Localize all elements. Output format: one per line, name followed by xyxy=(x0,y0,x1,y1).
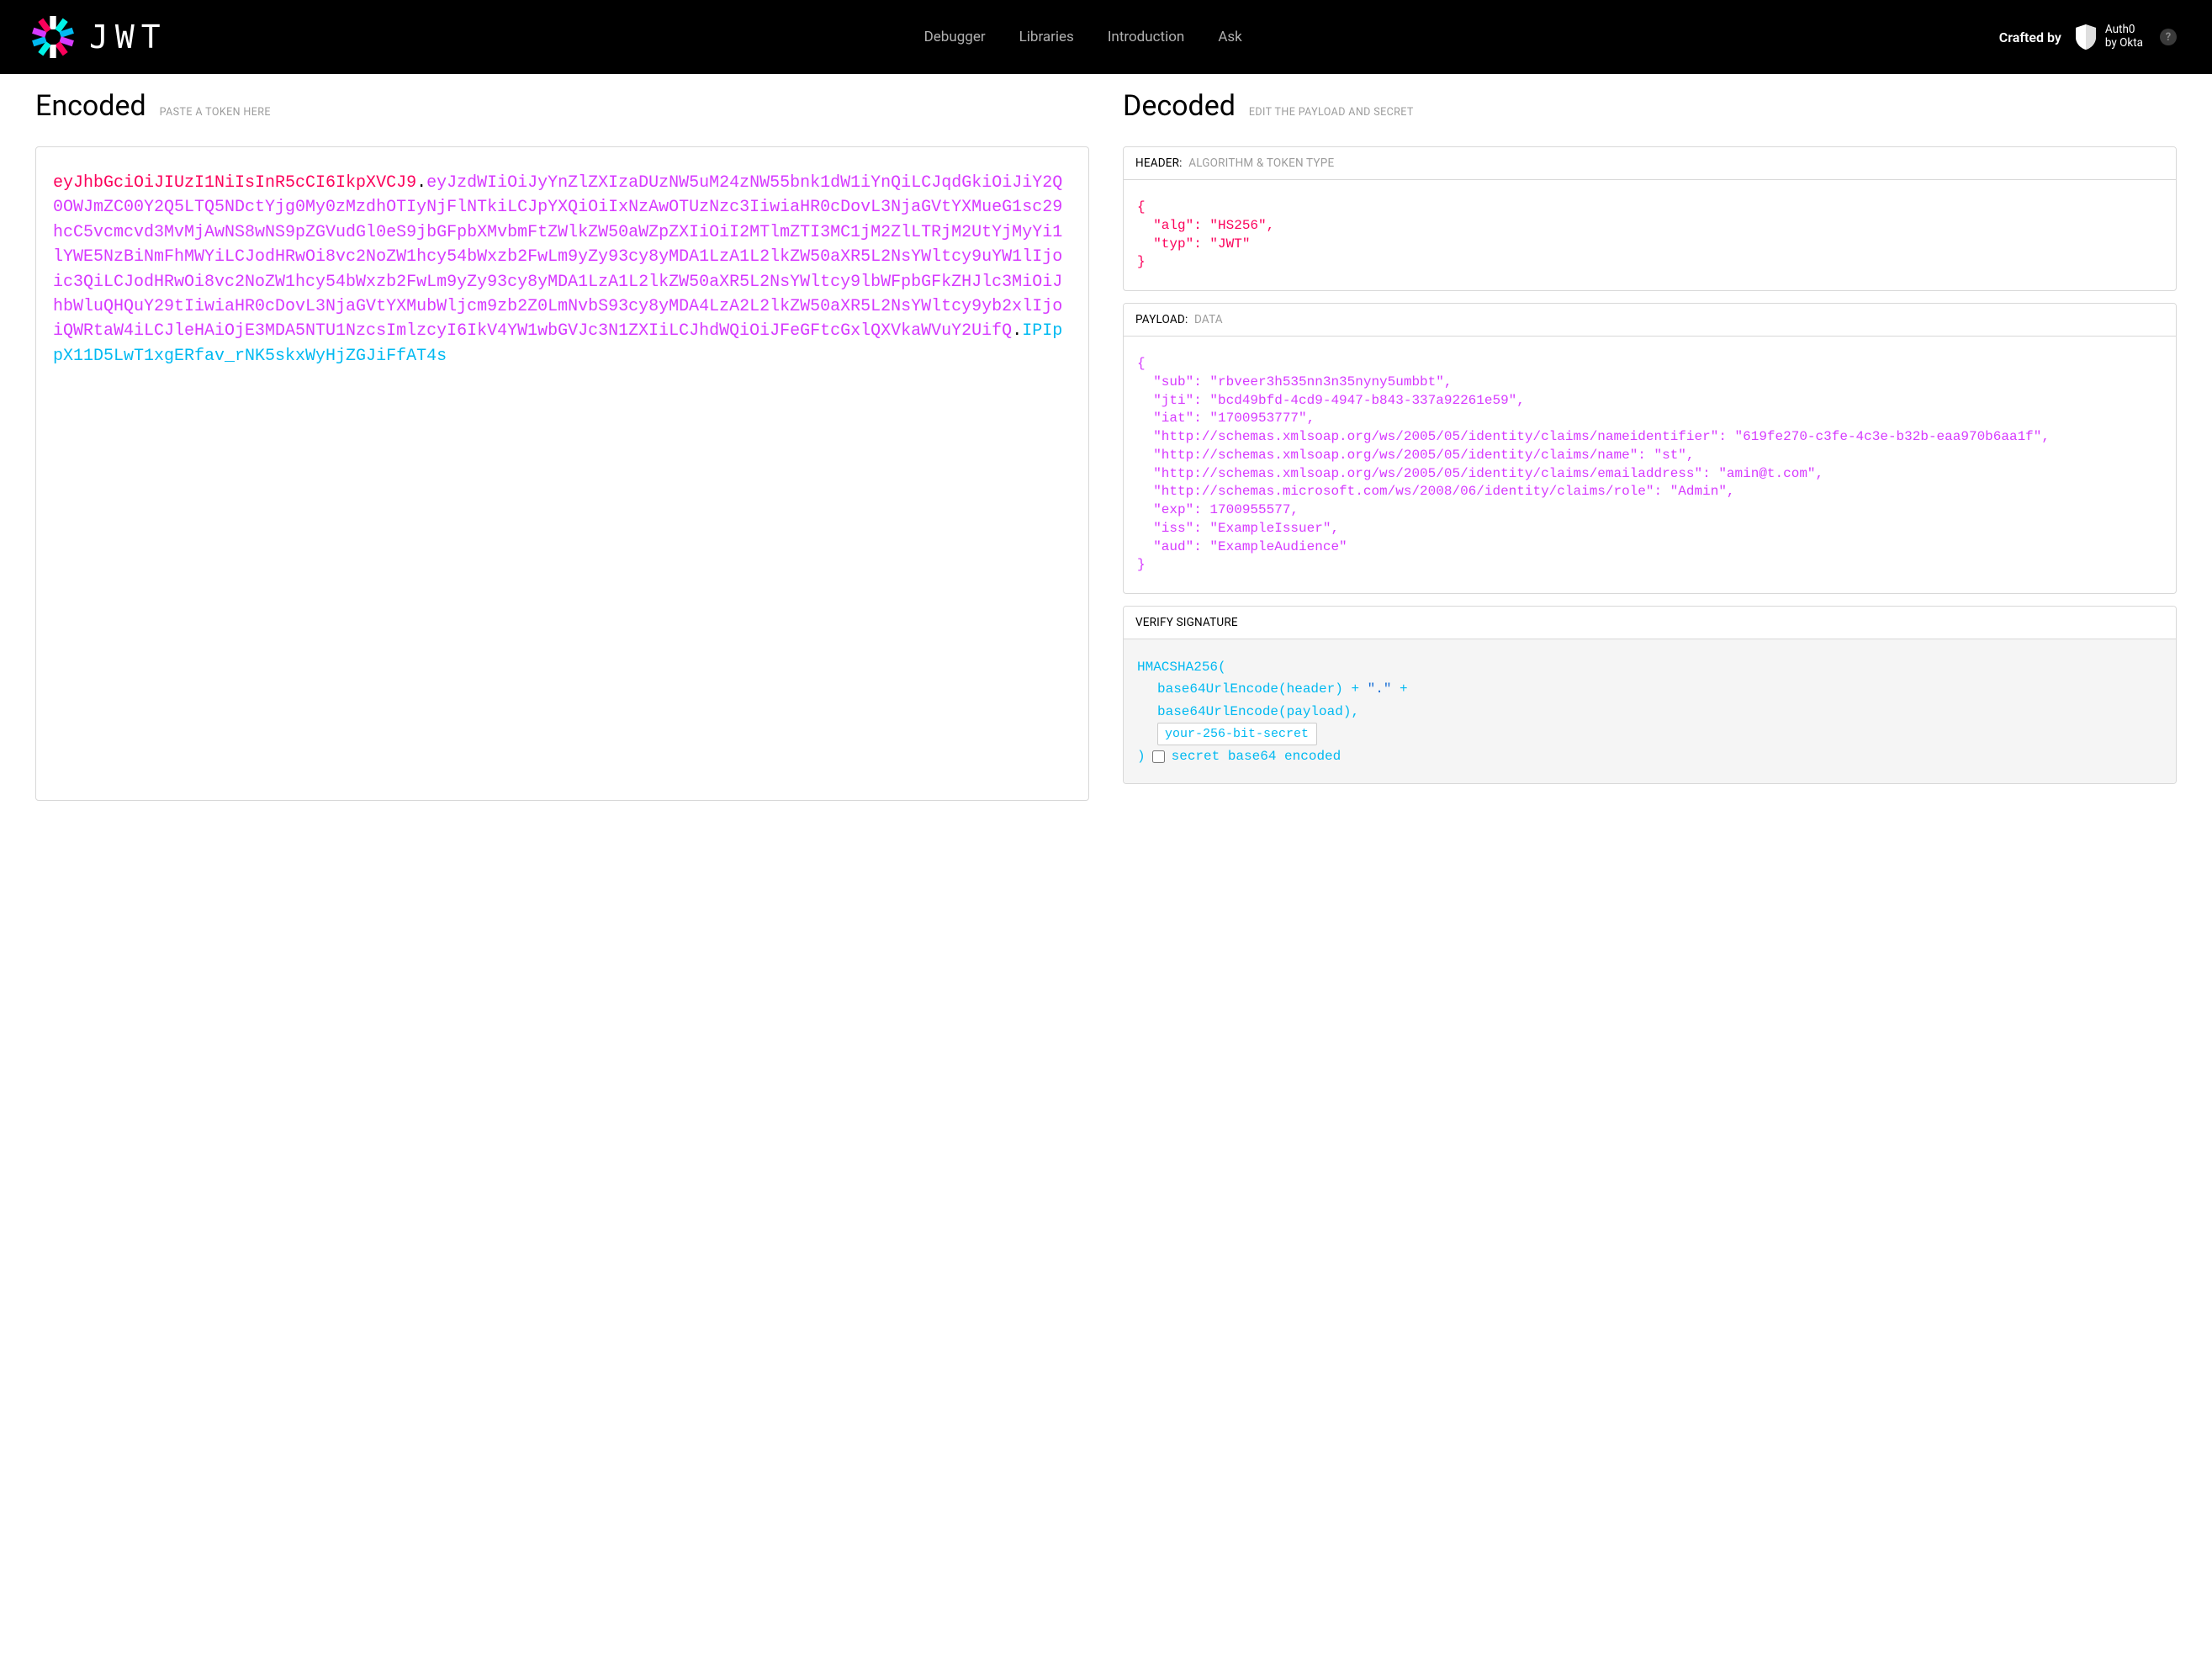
auth0-logo[interactable]: Auth0 by Okta xyxy=(2073,23,2143,51)
logo[interactable]: JWT xyxy=(32,16,167,58)
decoded-title: Decoded xyxy=(1123,89,1236,123)
jwt-wordmark: JWT xyxy=(89,21,167,53)
encoded-column: Encoded PASTE A TOKEN HERE eyJhbGciOiJIU… xyxy=(35,89,1089,801)
token-header-part: eyJhbGciOiJIUzI1NiIsInR5cCI6IkpXVCJ9 xyxy=(53,173,416,193)
token-dot2: . xyxy=(1012,321,1022,341)
secret-input[interactable] xyxy=(1157,723,1317,745)
auth0-line1: Auth0 xyxy=(2105,24,2143,37)
sig-line3: base64UrlEncode(payload), xyxy=(1137,701,2162,723)
encoded-subtitle: PASTE A TOKEN HERE xyxy=(160,106,271,119)
nav-links: Debugger Libraries Introduction Ask xyxy=(924,29,1242,45)
payload-sublabel: DATA xyxy=(1194,313,1223,326)
payload-label: PAYLOAD: xyxy=(1135,313,1188,326)
top-nav: JWT Debugger Libraries Introduction Ask … xyxy=(0,0,2212,74)
sig-secret-row xyxy=(1137,723,2162,745)
decoded-payload-json[interactable]: { "sub": "rbveer3h535nn3n35nyny5umbbt", … xyxy=(1124,337,2176,593)
token-dot1: . xyxy=(416,173,426,193)
token-payload-part: eyJzdWIiOiJyYnZlZXIzaDUzNW5uM24zNW55bnk1… xyxy=(53,173,1062,341)
decoded-signature-body: HMACSHA256( base64UrlEncode(header) + ".… xyxy=(1124,639,2176,783)
main: Encoded PASTE A TOKEN HERE eyJhbGciOiJIU… xyxy=(0,74,2212,801)
decoded-header-section: HEADER: ALGORITHM & TOKEN TYPE { "alg": … xyxy=(1123,146,2177,291)
decoded-payload-title: PAYLOAD: DATA xyxy=(1124,304,2176,337)
jwt-asterisk-icon xyxy=(32,16,74,58)
auth0-text: Auth0 by Okta xyxy=(2105,24,2143,50)
sig-line2: base64UrlEncode(header) + "." + xyxy=(1137,678,2162,700)
secret-base64-label: secret base64 encoded xyxy=(1172,745,1341,767)
sig-line1: HMACSHA256( xyxy=(1137,656,2162,678)
encoded-title: Encoded xyxy=(35,89,146,123)
nav-right: Crafted by Auth0 by Okta ? xyxy=(1999,23,2177,51)
nav-link-ask[interactable]: Ask xyxy=(1218,29,1241,45)
header-sublabel: ALGORITHM & TOKEN TYPE xyxy=(1188,156,1334,170)
encoded-token-input[interactable]: eyJhbGciOiJIUzI1NiIsInR5cCI6IkpXVCJ9.eyJ… xyxy=(35,146,1089,801)
auth0-shield-icon xyxy=(2073,23,2098,51)
decoded-signature-title: VERIFY SIGNATURE xyxy=(1124,607,2176,639)
crafted-by-label: Crafted by xyxy=(1999,29,2061,45)
decoded-signature-section: VERIFY SIGNATURE HMACSHA256( base64UrlEn… xyxy=(1123,606,2177,784)
decoded-header-json[interactable]: { "alg": "HS256", "typ": "JWT" } xyxy=(1124,180,2176,290)
sig-close-row: ) secret base64 encoded xyxy=(1137,745,2162,767)
decoded-subtitle: EDIT THE PAYLOAD AND SECRET xyxy=(1249,106,1414,119)
decoded-payload-section: PAYLOAD: DATA { "sub": "rbveer3h535nn3n3… xyxy=(1123,303,2177,594)
sig-close-paren: ) xyxy=(1137,745,1146,767)
auth0-line2: by Okta xyxy=(2105,37,2143,50)
signature-label: VERIFY SIGNATURE xyxy=(1135,616,1238,629)
header-label: HEADER: xyxy=(1135,156,1183,170)
help-icon[interactable]: ? xyxy=(2160,29,2177,45)
decoded-header-title: HEADER: ALGORITHM & TOKEN TYPE xyxy=(1124,147,2176,180)
nav-link-introduction[interactable]: Introduction xyxy=(1108,29,1185,45)
nav-link-libraries[interactable]: Libraries xyxy=(1019,29,1074,45)
decoded-column: Decoded EDIT THE PAYLOAD AND SECRET HEAD… xyxy=(1123,89,2177,801)
secret-base64-checkbox[interactable] xyxy=(1152,750,1165,763)
nav-link-debugger[interactable]: Debugger xyxy=(924,29,986,45)
